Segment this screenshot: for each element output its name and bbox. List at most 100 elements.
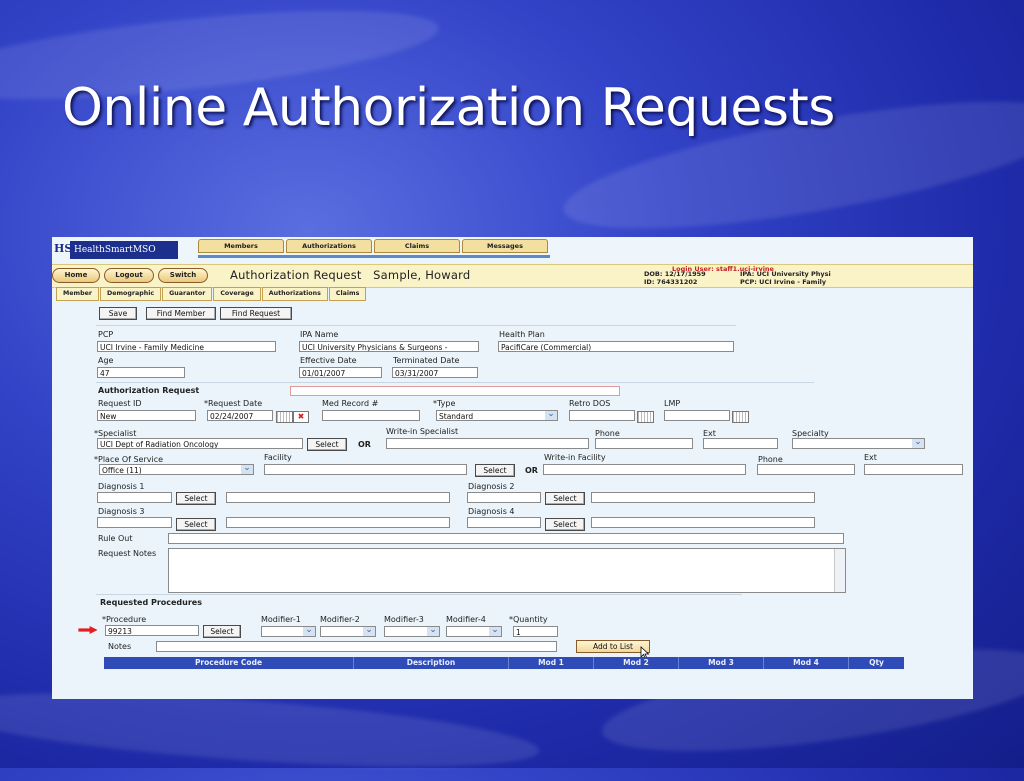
phone-field[interactable]: [595, 438, 693, 449]
save-button[interactable]: Save: [99, 307, 137, 320]
brand-logo: HealthSmartMSO: [70, 241, 178, 259]
col-procedure-code[interactable]: Procedure Code: [104, 657, 354, 669]
diagnosis-4-code[interactable]: [467, 517, 541, 528]
col-mod-4[interactable]: Mod 4: [764, 657, 849, 669]
find-request-button[interactable]: Find Request: [220, 307, 292, 320]
request-date-field[interactable]: 02/24/2007: [207, 410, 273, 421]
home-button[interactable]: Home: [52, 268, 100, 283]
diagnosis-2-desc[interactable]: [591, 492, 815, 503]
diagnosis-3-select-button[interactable]: Select: [176, 518, 216, 531]
tab-claims[interactable]: Claims: [374, 239, 460, 253]
diagnosis-4-desc[interactable]: [591, 517, 815, 528]
specialty-select[interactable]: [792, 438, 925, 449]
diagnosis-3-desc[interactable]: [226, 517, 450, 528]
facility-phone-label: Phone: [758, 455, 783, 464]
med-record-field[interactable]: [322, 410, 420, 421]
procedure-label: *Procedure: [102, 615, 147, 624]
app-screenshot: HS HealthSmartMSO Members Authorizations…: [52, 237, 973, 699]
plan-label: Health Plan: [499, 330, 545, 339]
page-title: Authorization Request: [230, 268, 362, 282]
age-field[interactable]: 47: [97, 367, 185, 378]
modifier-2-select[interactable]: [320, 626, 376, 637]
terminated-date-field[interactable]: 03/31/2007: [392, 367, 478, 378]
auth-section-title: Authorization Request: [98, 386, 200, 395]
diagnosis-1-label: Diagnosis 1: [98, 482, 145, 491]
pcp-label: PCP: [98, 330, 114, 339]
or-label: OR: [358, 440, 371, 449]
request-notes-field[interactable]: [168, 548, 846, 593]
age-label: Age: [98, 356, 114, 365]
subtab-claims[interactable]: Claims: [328, 287, 367, 301]
modifier-3-select[interactable]: [384, 626, 440, 637]
quantity-field[interactable]: 1: [513, 626, 558, 637]
request-id-field[interactable]: New: [97, 410, 196, 421]
plan-field[interactable]: PacifiCare (Commercial): [498, 341, 734, 352]
subtab-member[interactable]: Member: [56, 287, 99, 301]
effective-date-label: Effective Date: [300, 356, 357, 365]
type-select[interactable]: Standard: [436, 410, 558, 421]
rule-out-field[interactable]: [168, 533, 844, 544]
ext-field[interactable]: [703, 438, 778, 449]
modifier-4-label: Modifier-4: [446, 615, 486, 624]
notes-scrollbar[interactable]: [834, 549, 845, 592]
modifier-1-select[interactable]: [261, 626, 316, 637]
subtab-coverage[interactable]: Coverage: [213, 287, 261, 301]
writein-specialist-label: Write-in Specialist: [386, 427, 459, 436]
diagnosis-4-select-button[interactable]: Select: [545, 518, 585, 531]
add-to-list-button[interactable]: Add to List: [576, 640, 650, 653]
header-bar: Home Logout Switch Authorization Request…: [52, 264, 973, 288]
diagnosis-3-label: Diagnosis 3: [98, 507, 145, 516]
tab-authorizations[interactable]: Authorizations: [286, 239, 372, 253]
logout-button[interactable]: Logout: [104, 268, 154, 283]
calendar-icon[interactable]: [732, 411, 749, 423]
diagnosis-2-code[interactable]: [467, 492, 541, 503]
red-arrow-icon: [78, 626, 98, 634]
member-subtabs: Member Demographic Guarantor Coverage Au…: [56, 287, 367, 301]
pcp-field[interactable]: UCI Irvine - Family Medicine: [97, 341, 276, 352]
diagnosis-4-label: Diagnosis 4: [468, 507, 515, 516]
col-mod-2[interactable]: Mod 2: [594, 657, 679, 669]
subtab-authorizations[interactable]: Authorizations: [261, 287, 328, 301]
specialist-select-button[interactable]: Select: [307, 438, 347, 451]
procedure-notes-field[interactable]: [156, 641, 557, 652]
find-member-button[interactable]: Find Member: [146, 307, 216, 320]
writein-specialist-field[interactable]: [386, 438, 589, 449]
clear-date-icon[interactable]: ✖: [293, 411, 309, 423]
lmp-field[interactable]: [664, 410, 730, 421]
diagnosis-2-select-button[interactable]: Select: [545, 492, 585, 505]
subtab-demographic[interactable]: Demographic: [99, 287, 162, 301]
writein-facility-field[interactable]: [543, 464, 746, 475]
col-mod-3[interactable]: Mod 3: [679, 657, 764, 669]
lmp-label: LMP: [664, 399, 681, 408]
facility-ext-label: Ext: [864, 453, 877, 462]
diagnosis-3-code[interactable]: [97, 517, 172, 528]
divider: [96, 325, 736, 326]
tab-members[interactable]: Members: [198, 239, 284, 253]
switch-button[interactable]: Switch: [158, 268, 208, 283]
col-description[interactable]: Description: [354, 657, 509, 669]
calendar-icon[interactable]: [637, 411, 654, 423]
diagnosis-1-select-button[interactable]: Select: [176, 492, 216, 505]
diagnosis-1-code[interactable]: [97, 492, 172, 503]
facility-phone-field[interactable]: [757, 464, 855, 475]
specialist-field[interactable]: UCI Dept of Radiation Oncology: [97, 438, 303, 449]
tab-messages[interactable]: Messages: [462, 239, 548, 253]
facility-select-button[interactable]: Select: [475, 464, 515, 477]
calendar-icon[interactable]: [276, 411, 293, 423]
retro-dos-field[interactable]: [569, 410, 635, 421]
procedure-notes-label: Notes: [108, 642, 132, 651]
col-qty[interactable]: Qty: [849, 657, 904, 669]
place-of-service-select[interactable]: Office (11): [99, 464, 254, 475]
ipa-field[interactable]: UCI University Physicians & Surgeons -: [299, 341, 479, 352]
modifier-1-label: Modifier-1: [261, 615, 301, 624]
procedure-select-button[interactable]: Select: [203, 625, 241, 638]
facility-field[interactable]: [264, 464, 467, 475]
effective-date-field[interactable]: 01/01/2007: [299, 367, 382, 378]
facility-ext-field[interactable]: [864, 464, 963, 475]
diagnosis-1-desc[interactable]: [226, 492, 450, 503]
modifier-2-label: Modifier-2: [320, 615, 360, 624]
procedure-field[interactable]: 99213: [105, 625, 199, 636]
col-mod-1[interactable]: Mod 1: [509, 657, 594, 669]
subtab-guarantor[interactable]: Guarantor: [162, 287, 213, 301]
modifier-4-select[interactable]: [446, 626, 502, 637]
